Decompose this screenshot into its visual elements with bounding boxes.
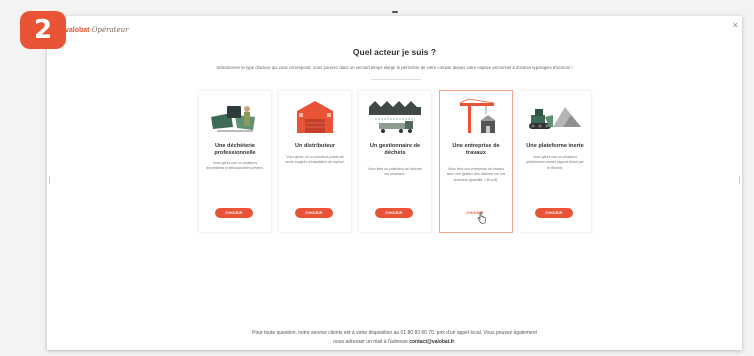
card-title: Une entreprise de travaux — [452, 143, 500, 157]
card-title: Une plateforme inerte — [526, 143, 584, 149]
card-description: Vous gérez un ou plusieurs points de ven… — [285, 155, 345, 165]
card-title: Une déchèterie professionnelle — [214, 143, 256, 157]
card-description: Vous gérez une ou plusieurs plateformes … — [526, 155, 584, 170]
choose-button[interactable]: CHOISIR — [295, 208, 333, 218]
card-title: Un distributeur — [294, 143, 336, 149]
actor-card-gestionnaire[interactable]: Un gestionnaire de déchets Vous êtes un … — [359, 91, 431, 232]
bulldozer-icon — [529, 107, 581, 129]
waste-truck-icon — [369, 101, 421, 133]
right-scroll-mark — [739, 176, 740, 184]
actor-card-plateforme-inerte[interactable]: Une plateforme inerte Vous gérez une ou … — [519, 91, 591, 232]
card-description: Vous êtes une entreprise de travaux avec… — [446, 167, 506, 182]
modal-panel: valobat Opérateur × Quel acteur je suis … — [47, 11, 742, 350]
warehouse-icon — [297, 101, 333, 133]
page-subtitle: Sélectionner le type d'acteur qui vous c… — [216, 65, 573, 70]
crane-icon — [459, 98, 496, 133]
footer-contact: Pour toute question, notre service clien… — [252, 330, 537, 345]
card-title: Un gestionnaire de déchets — [369, 143, 421, 157]
contact-email-link[interactable]: contact@valobat.fr — [409, 339, 454, 345]
close-button[interactable]: × — [733, 20, 738, 30]
choose-button[interactable]: CHOISIR — [456, 208, 494, 218]
actor-card-entreprise-travaux[interactable]: Une entreprise de travaux Vous êtes une … — [439, 90, 513, 233]
page-title: Quel acteur je suis ? — [352, 47, 437, 57]
choose-button[interactable]: CHOISIR — [375, 208, 413, 218]
title-divider — [371, 79, 421, 80]
card-description: Vous gérez une ou plusieurs déchèteries … — [206, 161, 264, 171]
skip-containers-icon — [211, 106, 255, 132]
valobat-logo: valobat Opérateur — [65, 26, 129, 34]
choose-button[interactable]: CHOISIR — [215, 208, 253, 218]
hand-cursor-icon — [477, 212, 486, 224]
actor-card-distributeur[interactable]: Un distributeur Vous gérez un ou plusieu… — [279, 91, 351, 232]
card-description: Vous êtes un collecteur de déchets sur c… — [367, 167, 423, 177]
drag-handle — [392, 11, 398, 13]
step-number-badge: 2 — [20, 11, 66, 49]
actor-card-decheterie[interactable]: Une déchèterie professionnelle Vous gére… — [199, 91, 271, 232]
left-scroll-mark — [49, 176, 50, 184]
choose-button[interactable]: CHOISIR — [535, 208, 573, 218]
